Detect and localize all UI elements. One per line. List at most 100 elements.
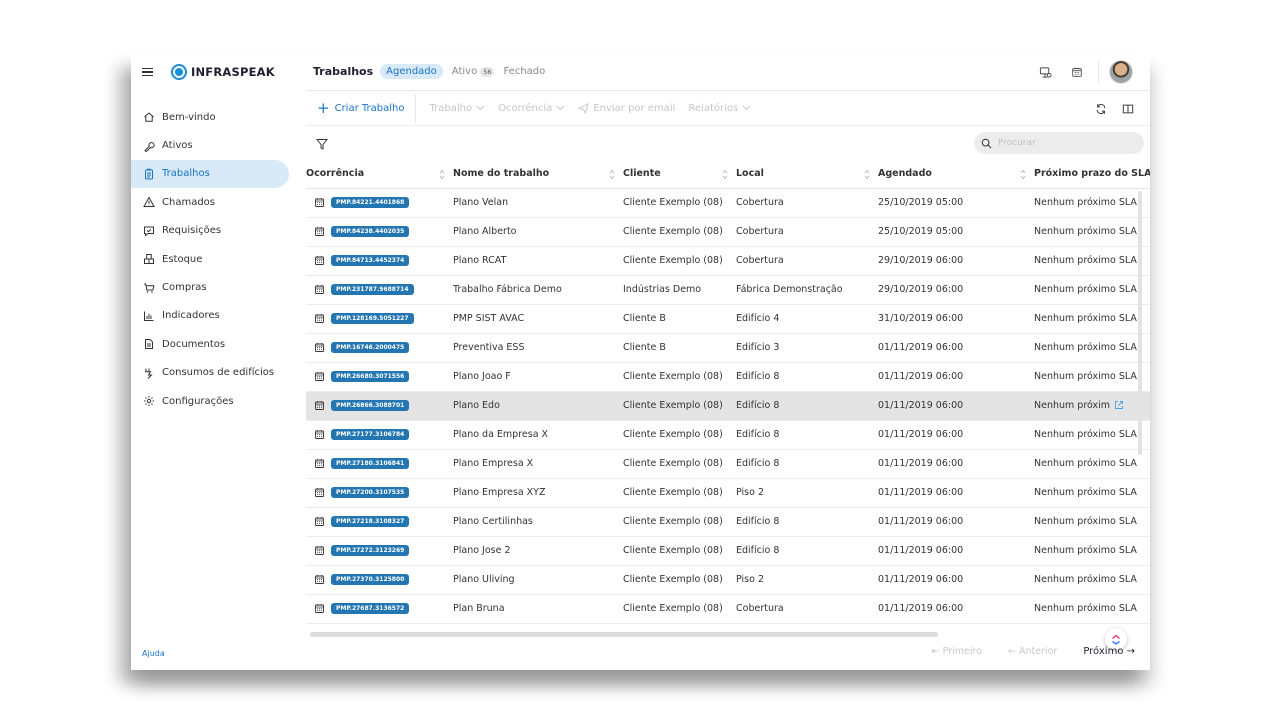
cell-local-text: Cobertura: [736, 226, 784, 237]
cell-scheduled-text: 29/10/2019 06:00: [878, 284, 964, 295]
sort-icon[interactable]: [439, 169, 445, 180]
sidebar-item-documentos[interactable]: Documentos: [131, 330, 289, 358]
page-title: Trabalhos: [313, 65, 374, 78]
sidebar-item-chamados[interactable]: Chamados: [131, 188, 289, 216]
sidebar-nav: Bem-vindo Ativos Trabalhos Chamados Requisiç…: [131, 103, 289, 415]
sidebar-item-trabalhos[interactable]: Trabalhos: [131, 159, 289, 189]
table-row[interactable]: PMP.16746.2000475 Preventiva ESS Cliente B…: [306, 333, 1150, 363]
cell-sla: Nenhum próximo SLA: [1034, 304, 1150, 334]
job-code-badge[interactable]: PMP.84713.4452374: [331, 255, 410, 266]
table-row[interactable]: PMP.27370.3125800 Plano Uliving Cliente Ex…: [306, 565, 1150, 595]
table-row[interactable]: PMP.84713.4452374 Plano RCAT Cliente Exemp…: [306, 246, 1150, 276]
sort-icon[interactable]: [864, 169, 870, 180]
table-row[interactable]: PMP.26680.3071556 Plano Joao F Cliente Exe…: [306, 362, 1150, 392]
cell-client-text: Cliente Exemplo (08): [623, 603, 723, 614]
wrench-icon: [143, 140, 155, 152]
job-code-badge[interactable]: PMP.27180.3106841: [331, 458, 410, 469]
cell-sla-text: Nenhum próximo SLA: [1034, 197, 1137, 208]
sidebar-item-consumos-de-edificios[interactable]: Consumos de edifícios: [131, 359, 289, 387]
table-row[interactable]: PMP.231787.9688714 Trabalho Fábrica Demo I…: [306, 275, 1150, 305]
vertical-scrollbar[interactable]: [1138, 191, 1142, 455]
job-code-badge[interactable]: PMP.27687.3136572: [331, 603, 410, 614]
table-row[interactable]: PMP.26866.3088701 Plano Edo Cliente Exempl…: [306, 391, 1150, 421]
table-row[interactable]: PMP.27200.3107535 Plano Empresa XYZ Client…: [306, 478, 1150, 508]
cell-sla-text: Nenhum próximo SLA: [1034, 516, 1137, 527]
sidebar-item-bem-vindo[interactable]: Bem-vindo: [131, 103, 289, 131]
job-code-badge[interactable]: PMP.27370.3125800: [331, 574, 410, 585]
job-code-badge[interactable]: PMP.84238.4402035: [331, 226, 410, 237]
column-header[interactable]: Local: [736, 160, 878, 189]
column-header[interactable]: Próximo prazo do SLA: [1034, 160, 1150, 189]
toolbar-email-button[interactable]: Enviar por email: [578, 103, 675, 114]
calendar-icon: [315, 430, 324, 439]
sort-icon[interactable]: [609, 169, 615, 180]
calendar-icon[interactable]: [1070, 65, 1084, 79]
create-job-button[interactable]: + Criar Trabalho: [317, 93, 417, 123]
calendar-icon: [315, 372, 324, 381]
cell-scheduled-text: 25/10/2019 05:00: [878, 226, 964, 237]
table-row[interactable]: PMP.84221.4401868 Plano Velan Cliente Exem…: [306, 188, 1150, 218]
pagination-first[interactable]: ⇤ Primeiro: [932, 646, 982, 657]
table-row[interactable]: PMP.27687.3136572 Plan Bruna Cliente Exemp…: [306, 594, 1150, 624]
cell-local: Edifício 8: [736, 536, 878, 566]
table-row[interactable]: PMP.84238.4402035 Plano Alberto Cliente Ex…: [306, 217, 1150, 247]
pagination-prev[interactable]: ← Anterior: [1008, 646, 1057, 657]
sidebar-item-indicadores[interactable]: Indicadores: [131, 302, 289, 330]
table-row[interactable]: PMP.27272.3123269 Plano Jose 2 Cliente Exe…: [306, 536, 1150, 566]
cell-ocorrencia: PMP.128169.5051227: [306, 304, 453, 334]
tab-fechado[interactable]: Fechado: [503, 66, 545, 77]
hamburger-menu-icon[interactable]: [142, 68, 153, 76]
help-link[interactable]: Ajuda: [142, 649, 165, 658]
job-code-badge[interactable]: PMP.26680.3071556: [331, 371, 410, 382]
pagination-next[interactable]: Próximo →: [1083, 646, 1135, 657]
job-code-badge[interactable]: PMP.27200.3107535: [331, 487, 410, 498]
job-code-badge[interactable]: PMP.27272.3123269: [331, 545, 410, 556]
toolbar-ocorrencia-dropdown[interactable]: Ocorrência: [498, 103, 565, 114]
column-header[interactable]: Nome do trabalho: [453, 160, 623, 189]
job-code-badge[interactable]: PMP.27218.3108327: [331, 516, 410, 527]
sidebar-item-ativos[interactable]: Ativos: [131, 131, 289, 159]
table-row[interactable]: PMP.27180.3106841 Plano Empresa X Cliente …: [306, 449, 1150, 479]
job-code-badge[interactable]: PMP.128169.5051227: [331, 313, 414, 324]
horizontal-scrollbar[interactable]: [310, 632, 938, 637]
search-input[interactable]: [998, 138, 1138, 148]
columns-icon[interactable]: [1121, 102, 1135, 116]
column-header[interactable]: Agendado: [878, 160, 1034, 189]
sidebar-item-label: Estoque: [162, 253, 203, 265]
cell-ocorrencia: PMP.26680.3071556: [306, 362, 453, 392]
sidebar-item-compras[interactable]: Compras: [131, 273, 289, 301]
external-link-icon[interactable]: [1114, 400, 1124, 411]
table-row[interactable]: PMP.27177.3106784 Plano da Empresa X Clien…: [306, 420, 1150, 450]
search-box[interactable]: [974, 132, 1144, 154]
cell-name-text: Plano Certilinhas: [453, 516, 533, 527]
tab-ativo[interactable]: Ativo 56: [452, 66, 495, 77]
column-header[interactable]: Ocorrência: [306, 160, 453, 189]
job-code-badge[interactable]: PMP.27177.3106784: [331, 429, 410, 440]
toolbar-relatorios-dropdown[interactable]: Relatórios: [688, 103, 751, 114]
user-avatar[interactable]: [1109, 60, 1133, 84]
sort-icon[interactable]: [722, 169, 728, 180]
sidebar-item-configuracoes[interactable]: Configurações: [131, 387, 289, 415]
cell-client-text: Cliente B: [623, 342, 666, 353]
filter-icon[interactable]: [316, 138, 328, 150]
job-code-badge[interactable]: PMP.16746.2000475: [331, 342, 410, 353]
job-code-badge[interactable]: PMP.84221.4401868: [331, 197, 410, 208]
cell-client: Cliente Exemplo (08): [623, 217, 736, 247]
sidebar-item-requisicoes[interactable]: Requisições: [131, 217, 289, 245]
job-code-badge[interactable]: PMP.231787.9688714: [331, 284, 414, 295]
column-header[interactable]: Cliente: [623, 160, 736, 189]
tab-agendado[interactable]: Agendado: [380, 64, 443, 79]
table-row[interactable]: PMP.27218.3108327 Plano Certilinhas Client…: [306, 507, 1150, 537]
cell-name: Plano Empresa XYZ: [453, 478, 623, 508]
sort-icon[interactable]: [1020, 169, 1026, 180]
cell-sla-text: Nenhum próximo SLA: [1034, 545, 1137, 556]
refresh-icon[interactable]: [1094, 102, 1108, 116]
job-code-badge[interactable]: PMP.26866.3088701: [331, 400, 410, 411]
cell-local: Piso 2: [736, 565, 878, 595]
toolbar-trabalho-dropdown[interactable]: Trabalho: [429, 103, 485, 114]
cell-scheduled-text: 01/11/2019 06:00: [878, 400, 964, 411]
table-row[interactable]: PMP.128169.5051227 PMP SIST AVAC Cliente B…: [306, 304, 1150, 334]
cell-local-text: Edifício 3: [736, 342, 780, 353]
monitor-icon[interactable]: [1038, 65, 1052, 79]
sidebar-item-estoque[interactable]: Estoque: [131, 245, 289, 273]
